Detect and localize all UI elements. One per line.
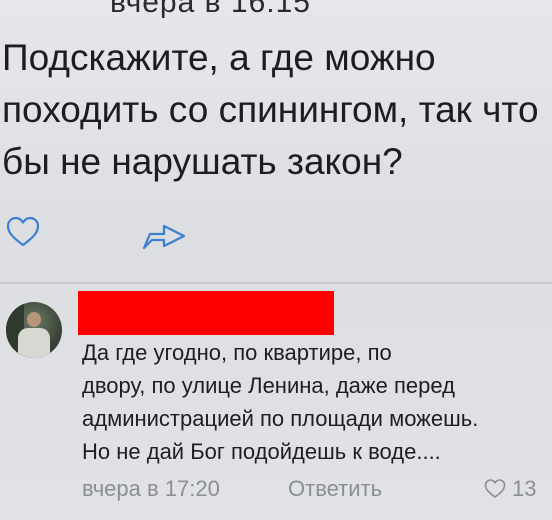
heart-outline-icon[interactable] bbox=[484, 478, 506, 500]
post-screen: вчера в 16:15 Подскажите, а где можно по… bbox=[0, 0, 552, 520]
post-timestamp: вчера в 16:15 bbox=[110, 0, 311, 19]
heart-outline-icon[interactable] bbox=[6, 216, 40, 248]
avatar[interactable] bbox=[6, 302, 62, 358]
comment-text: Да где угодно, по квартире, по двору, по… bbox=[82, 340, 479, 464]
avatar-body bbox=[18, 328, 50, 358]
comment-meta: вчера в 17:20 Ответить 13 bbox=[82, 472, 552, 506]
reply-link[interactable]: Ответить bbox=[288, 476, 382, 502]
author-name-redaction bbox=[78, 291, 334, 335]
comment-like-count: 13 bbox=[512, 476, 537, 501]
post-actions bbox=[0, 210, 552, 260]
avatar-head bbox=[27, 312, 41, 327]
post-text: Подскажите, а где можно походить со спин… bbox=[2, 37, 539, 182]
share-arrow-icon[interactable] bbox=[140, 218, 188, 252]
comment-timestamp: вчера в 17:20 bbox=[82, 476, 220, 501]
divider bbox=[0, 282, 552, 284]
